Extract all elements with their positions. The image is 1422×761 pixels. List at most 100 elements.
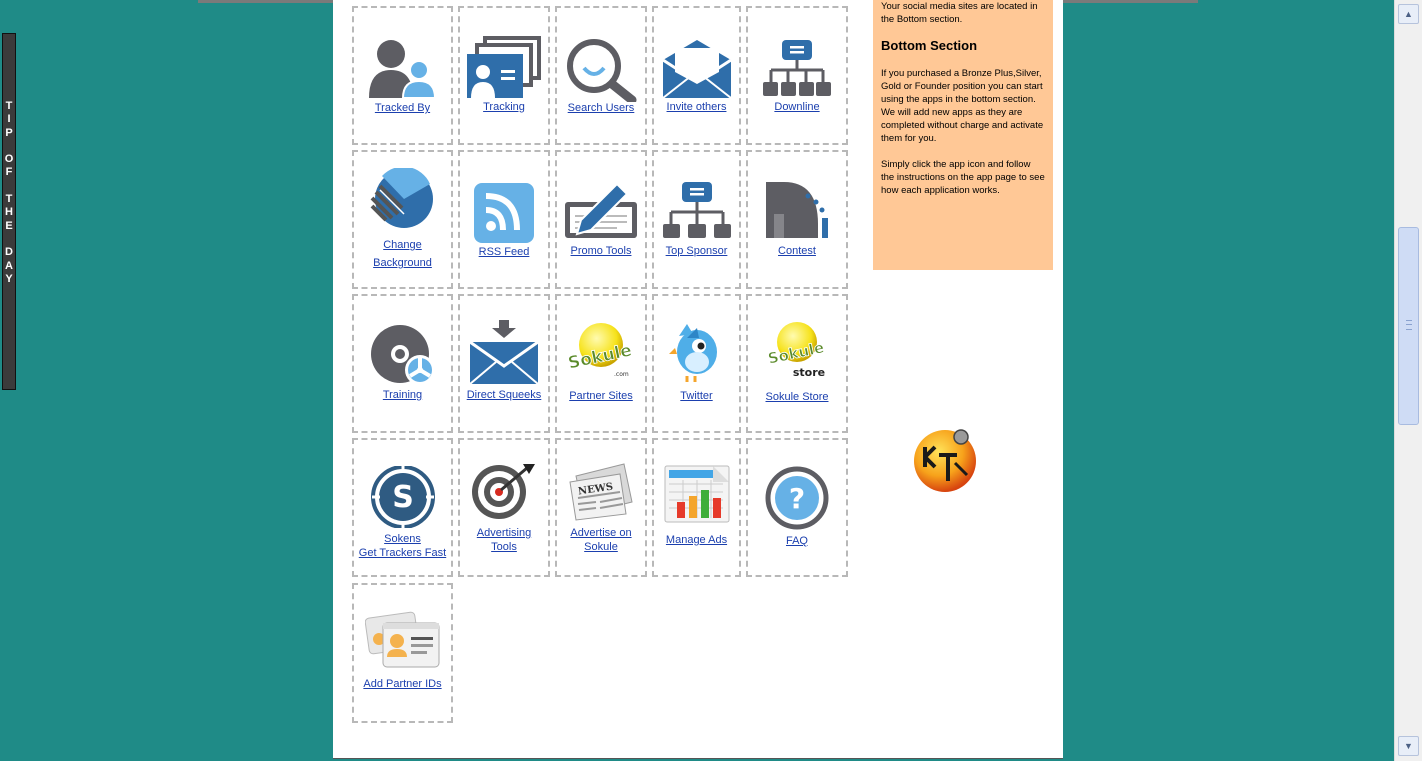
app-tile-tracked-by[interactable]: Tracked By xyxy=(352,6,453,145)
app-link-manage-ads[interactable]: Manage Ads xyxy=(654,533,739,547)
app-tile-rss-feed[interactable]: RSS Feed xyxy=(458,150,550,289)
main-content: Tracked By Tracking Search Users Invite oth… xyxy=(333,0,1063,759)
invite-others-icon[interactable] xyxy=(661,38,733,105)
change-background-icon[interactable] xyxy=(370,166,436,235)
app-link-contest[interactable]: Contest xyxy=(748,244,846,258)
app-link-tracked-by[interactable]: Tracked By xyxy=(354,101,451,115)
tip-letter: F xyxy=(5,166,13,179)
app-link-training[interactable]: Training xyxy=(354,388,451,402)
app-label-line[interactable]: Contest xyxy=(748,244,846,258)
app-link-sokens[interactable]: Sokens Get Trackers Fast xyxy=(354,532,451,560)
faq-icon[interactable]: ? xyxy=(765,466,829,535)
app-tile-faq[interactable]: ? FAQ xyxy=(746,438,848,577)
app-link-downline[interactable]: Downline xyxy=(748,100,846,114)
app-label-line[interactable]: Training xyxy=(354,388,451,402)
advertising-tools-icon[interactable] xyxy=(469,462,539,525)
top-sponsor-icon[interactable] xyxy=(662,180,732,247)
app-tile-partner-sites[interactable]: Sokule .com Partner Sites xyxy=(555,294,647,433)
contest-icon[interactable] xyxy=(762,178,832,245)
app-link-search-users[interactable]: Search Users xyxy=(557,101,645,115)
app-link-direct-squeeks[interactable]: Direct Squeeks xyxy=(460,388,548,402)
promo-tools-icon[interactable] xyxy=(563,180,639,245)
advertise-on-sokule-icon[interactable]: NEWS xyxy=(566,462,636,527)
app-label-line[interactable]: Direct Squeeks xyxy=(460,388,548,402)
add-partner-ids-icon[interactable] xyxy=(364,609,441,676)
app-tile-contest[interactable]: Contest xyxy=(746,150,848,289)
app-tile-downline[interactable]: Downline xyxy=(746,6,848,145)
app-link-invite-others[interactable]: Invite others xyxy=(654,100,739,114)
app-label-line[interactable]: Search Users xyxy=(557,101,645,115)
app-tile-twitter[interactable]: Twitter xyxy=(652,294,741,433)
app-tile-invite-others[interactable]: Invite others xyxy=(652,6,741,145)
app-label-line[interactable]: Promo Tools xyxy=(557,244,645,258)
app-label-line[interactable]: Get Trackers Fast xyxy=(354,546,451,560)
app-label-line[interactable]: Tools xyxy=(460,540,548,554)
app-tile-change-background[interactable]: Change Background xyxy=(352,150,453,289)
app-tile-promo-tools[interactable]: Promo Tools xyxy=(555,150,647,289)
app-link-advertise-on-sokule[interactable]: Advertise on Sokule xyxy=(557,526,645,554)
scroll-up-button[interactable]: ▲ xyxy=(1398,4,1419,24)
tracked-by-icon[interactable] xyxy=(367,36,439,105)
app-tile-manage-ads[interactable]: Manage Ads xyxy=(652,438,741,577)
app-label-line[interactable]: FAQ xyxy=(748,534,846,548)
training-icon[interactable] xyxy=(368,324,438,393)
app-link-top-sponsor[interactable]: Top Sponsor xyxy=(654,244,739,258)
info-box: Your social media sites are located in t… xyxy=(873,0,1053,270)
app-label-line[interactable]: Change xyxy=(354,236,451,254)
app-tile-sokule-store[interactable]: Sokule store Sokule Store xyxy=(746,294,848,433)
kuletrack-logo[interactable] xyxy=(913,425,981,500)
tracking-icon[interactable] xyxy=(465,36,543,105)
app-label-line[interactable]: Top Sponsor xyxy=(654,244,739,258)
twitter-icon[interactable] xyxy=(668,320,725,389)
app-link-promo-tools[interactable]: Promo Tools xyxy=(557,244,645,258)
app-link-change-background[interactable]: Change Background xyxy=(354,236,451,272)
app-link-add-partner-ids[interactable]: Add Partner IDs xyxy=(354,677,451,691)
app-tile-sokens[interactable]: S Sokens Get Trackers Fast xyxy=(352,438,453,577)
app-label-line[interactable]: Downline xyxy=(748,100,846,114)
app-tile-advertise-on-sokule[interactable]: NEWS Advertise on Sokule xyxy=(555,438,647,577)
tip-letter: T xyxy=(5,193,13,206)
app-link-twitter[interactable]: Twitter xyxy=(654,389,739,403)
app-label-line[interactable]: Tracked By xyxy=(354,101,451,115)
app-label-line[interactable]: Sokule xyxy=(557,540,645,554)
app-tile-advertising-tools[interactable]: Advertising Tools xyxy=(458,438,550,577)
app-link-sokule-store[interactable]: Sokule Store xyxy=(748,390,846,404)
app-link-tracking[interactable]: Tracking xyxy=(460,100,548,114)
tip-letter: D xyxy=(5,246,13,259)
svg-text:S: S xyxy=(392,480,414,515)
search-users-icon[interactable] xyxy=(564,38,638,107)
app-label-line[interactable]: Background xyxy=(354,254,451,272)
app-label-line[interactable]: Add Partner IDs xyxy=(354,677,451,691)
app-label-line[interactable]: Sokens xyxy=(354,532,451,546)
app-label-line[interactable]: Tracking xyxy=(460,100,548,114)
app-tile-add-partner-ids[interactable]: Add Partner IDs xyxy=(352,583,453,723)
scroll-thumb[interactable] xyxy=(1398,227,1419,425)
sokens-icon[interactable]: S xyxy=(368,465,438,533)
app-tile-training[interactable]: Training xyxy=(352,294,453,433)
app-label-line[interactable]: RSS Feed xyxy=(460,245,548,259)
app-tile-top-sponsor[interactable]: Top Sponsor xyxy=(652,150,741,289)
rss-feed-icon[interactable] xyxy=(473,182,535,249)
app-tile-tracking[interactable]: Tracking xyxy=(458,6,550,145)
app-label-line[interactable]: Partner Sites xyxy=(557,389,645,403)
app-link-faq[interactable]: FAQ xyxy=(748,534,846,548)
app-link-partner-sites[interactable]: Partner Sites xyxy=(557,389,645,403)
app-link-rss-feed[interactable]: RSS Feed xyxy=(460,245,548,259)
scroll-down-button[interactable]: ▼ xyxy=(1398,736,1419,756)
app-label-line[interactable]: Manage Ads xyxy=(654,533,739,547)
app-label-line[interactable]: Advertise on xyxy=(557,526,645,540)
app-link-advertising-tools[interactable]: Advertising Tools xyxy=(460,526,548,554)
tip-of-the-day-tab[interactable]: TIP OF THE DAY xyxy=(2,33,16,390)
downline-icon[interactable] xyxy=(762,38,832,105)
app-tile-search-users[interactable]: Search Users xyxy=(555,6,647,145)
partner-sites-icon[interactable]: Sokule .com xyxy=(566,320,634,391)
app-tile-direct-squeeks[interactable]: Direct Squeeks xyxy=(458,294,550,433)
app-label-line[interactable]: Sokule Store xyxy=(748,390,846,404)
app-label-line[interactable]: Advertising xyxy=(460,526,548,540)
direct-squeeks-icon[interactable] xyxy=(468,320,540,391)
app-label-line[interactable]: Twitter xyxy=(654,389,739,403)
app-label-line[interactable]: Invite others xyxy=(654,100,739,114)
sokule-store-icon[interactable]: Sokule store xyxy=(766,320,827,387)
manage-ads-icon[interactable] xyxy=(663,464,731,529)
vertical-scrollbar[interactable]: ▲ ▼ xyxy=(1394,0,1422,761)
